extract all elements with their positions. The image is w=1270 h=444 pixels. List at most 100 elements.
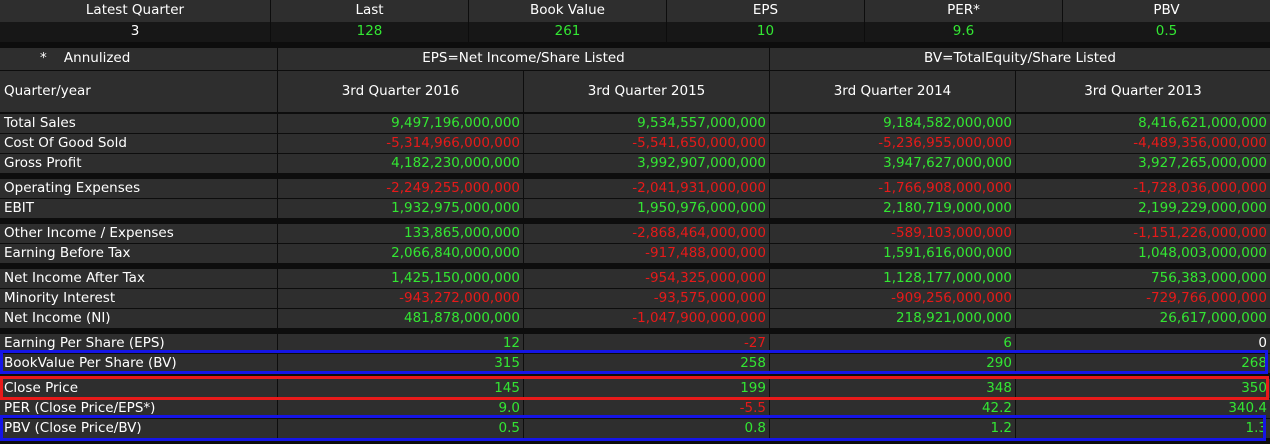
row-value: 268 [1016, 354, 1270, 373]
table-row: BookValue Per Share (BV) 315 258 290 268 [0, 354, 1270, 373]
row-value: 42.2 [770, 399, 1016, 418]
row-value: 756,383,000,000 [1016, 269, 1270, 288]
row-value: 2,066,840,000,000 [278, 244, 524, 263]
row-value: 2,180,719,000,000 [770, 199, 1016, 218]
bv-formula: BV=TotalEquity/Share Listed [770, 48, 1270, 70]
row-value: -729,766,000,000 [1016, 289, 1270, 308]
summary-value-last: 128 [271, 22, 469, 42]
row-value: -909,256,000,000 [770, 289, 1016, 308]
row-value: 6 [770, 334, 1016, 353]
table-row: Other Income / Expenses 133,865,000,000 -2… [0, 224, 1270, 243]
row-value: -2,868,464,000,000 [524, 224, 770, 243]
table-row: Operating Expenses -2,249,255,000,000 -2,0… [0, 179, 1270, 198]
row-value: 4,182,230,000,000 [278, 154, 524, 173]
row-label: PER (Close Price/EPS*) [0, 399, 278, 418]
row-value: 9,497,196,000,000 [278, 114, 524, 133]
period-label: Quarter/year [0, 71, 278, 112]
summary-header-per: PER* [865, 0, 1063, 22]
period-header-row: Quarter/year 3rd Quarter 2016 3rd Quarte… [0, 71, 1270, 112]
table-row: PBV (Close Price/BV) 0.5 0.8 1.2 1.3 [0, 419, 1270, 438]
summary-header-row: Latest Quarter Last Book Value EPS PER* … [0, 0, 1270, 22]
row-value: 0 [1016, 334, 1270, 353]
table-row: Net Income After Tax 1,425,150,000,000 -95… [0, 269, 1270, 288]
summary-value-book-value: 261 [469, 22, 667, 42]
row-value: 26,617,000,000 [1016, 309, 1270, 328]
row-value: 1,932,975,000,000 [278, 199, 524, 218]
row-value: 3,992,907,000,000 [524, 154, 770, 173]
row-value: 1,128,177,000,000 [770, 269, 1016, 288]
row-value: -5.5 [524, 399, 770, 418]
annualized-note: * Annulized [0, 48, 278, 70]
row-value: -5,236,955,000,000 [770, 134, 1016, 153]
row-value: 1,425,150,000,000 [278, 269, 524, 288]
row-label: BookValue Per Share (BV) [0, 354, 278, 373]
row-value: 0.5 [278, 419, 524, 438]
row-value: 3,927,265,000,000 [1016, 154, 1270, 173]
summary-header-pbv: PBV [1063, 0, 1270, 22]
row-value: 0.8 [524, 419, 770, 438]
row-value: 1,950,976,000,000 [524, 199, 770, 218]
row-value: 199 [524, 379, 770, 398]
row-value: 1.3 [1016, 419, 1270, 438]
row-value: -943,272,000,000 [278, 289, 524, 308]
row-label: Gross Profit [0, 154, 278, 173]
row-value: 350 [1016, 379, 1270, 398]
row-value: -5,314,966,000,000 [278, 134, 524, 153]
row-value: 481,878,000,000 [278, 309, 524, 328]
row-label: PBV (Close Price/BV) [0, 419, 278, 438]
row-label: Earning Per Share (EPS) [0, 334, 278, 353]
row-value: 1,591,616,000,000 [770, 244, 1016, 263]
eps-formula: EPS=Net Income/Share Listed [278, 48, 770, 70]
summary-value-row: 3 128 261 10 9.6 0.5 [0, 22, 1270, 42]
row-value: -917,488,000,000 [524, 244, 770, 263]
table-row: PER (Close Price/EPS*) 9.0 -5.5 42.2 340.4 [0, 399, 1270, 418]
row-value: 258 [524, 354, 770, 373]
row-value: -1,766,908,000,000 [770, 179, 1016, 198]
row-value: -1,151,226,000,000 [1016, 224, 1270, 243]
table-row: Earning Before Tax 2,066,840,000,000 -917,… [0, 244, 1270, 263]
row-value: 315 [278, 354, 524, 373]
row-value: -2,249,255,000,000 [278, 179, 524, 198]
summary-value-eps: 10 [667, 22, 865, 42]
period-2016: 3rd Quarter 2016 [278, 71, 524, 112]
row-value: 12 [278, 334, 524, 353]
period-2015: 3rd Quarter 2015 [524, 71, 770, 112]
period-2014: 3rd Quarter 2014 [770, 71, 1016, 112]
summary-value-per: 9.6 [865, 22, 1063, 42]
row-label: Other Income / Expenses [0, 224, 278, 243]
row-value: -4,489,356,000,000 [1016, 134, 1270, 153]
row-value: 145 [278, 379, 524, 398]
row-value: 218,921,000,000 [770, 309, 1016, 328]
row-value: 2,199,229,000,000 [1016, 199, 1270, 218]
row-label: Net Income (NI) [0, 309, 278, 328]
row-value: -589,103,000,000 [770, 224, 1016, 243]
table-row: EBIT 1,932,975,000,000 1,950,976,000,000 2,… [0, 199, 1270, 218]
row-label: Operating Expenses [0, 179, 278, 198]
row-label: Cost Of Good Sold [0, 134, 278, 153]
row-value: 1.2 [770, 419, 1016, 438]
summary-header-book-value: Book Value [469, 0, 667, 22]
table-row: Earning Per Share (EPS) 12 -27 6 0 [0, 334, 1270, 353]
table-row: Total Sales 9,497,196,000,000 9,534,557,00… [0, 114, 1270, 133]
row-value: -93,575,000,000 [524, 289, 770, 308]
summary-header-eps: EPS [667, 0, 865, 22]
table-row: Net Income (NI) 481,878,000,000 -1,047,900… [0, 309, 1270, 328]
formula-row: * Annulized EPS=Net Income/Share Listed … [0, 48, 1270, 70]
table-row: Cost Of Good Sold -5,314,966,000,000 -5,54… [0, 134, 1270, 153]
table-row: Close Price 145 199 348 350 [0, 379, 1270, 398]
row-value: -1,728,036,000,000 [1016, 179, 1270, 198]
row-value: 348 [770, 379, 1016, 398]
row-label: Total Sales [0, 114, 278, 133]
row-value: 8,416,621,000,000 [1016, 114, 1270, 133]
table-row: Minority Interest -943,272,000,000 -93,575… [0, 289, 1270, 308]
summary-header-last: Last [271, 0, 469, 22]
row-value: -27 [524, 334, 770, 353]
row-label: Net Income After Tax [0, 269, 278, 288]
summary-value-pbv: 0.5 [1063, 22, 1270, 42]
row-value: 9,184,582,000,000 [770, 114, 1016, 133]
row-value: 9,534,557,000,000 [524, 114, 770, 133]
row-value: -954,325,000,000 [524, 269, 770, 288]
row-value: 290 [770, 354, 1016, 373]
summary-value-latest-quarter: 3 [0, 22, 271, 42]
row-label: EBIT [0, 199, 278, 218]
